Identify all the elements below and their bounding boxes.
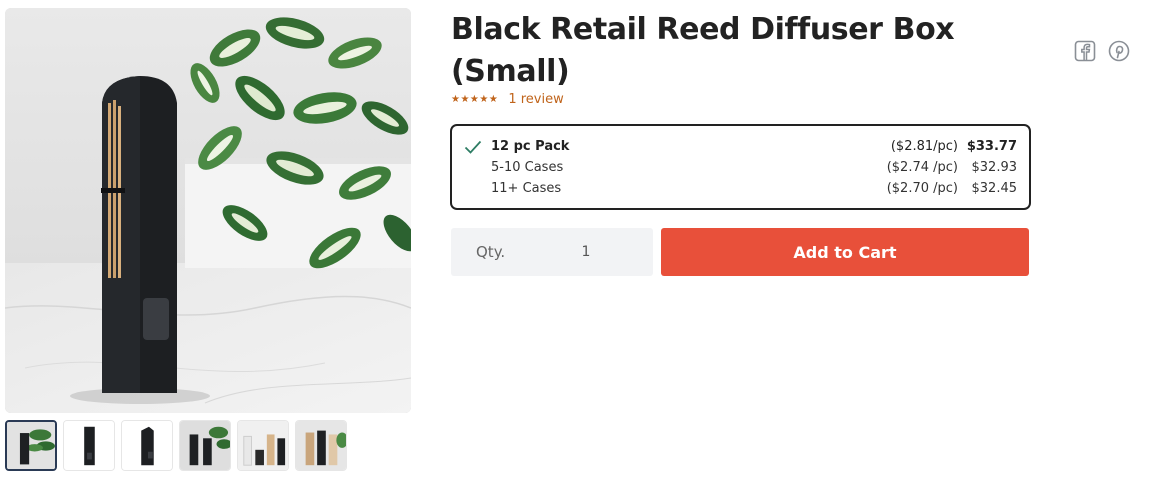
thumbnail-strip (5, 420, 347, 471)
tier-name: 5-10 Cases (491, 160, 564, 175)
tier-per-piece-price: ($2.74 /pc) (886, 160, 958, 175)
thumbnail-image (238, 421, 288, 470)
star-rating-icons: ★★★★★ (451, 94, 499, 105)
pricing-tier-12-pack[interactable]: 12 pc Pack ($2.81/pc) $33.77 (452, 137, 1029, 157)
review-count-link[interactable]: 1 review (508, 92, 563, 107)
thumbnail-4[interactable] (179, 420, 231, 471)
quantity-field: Qty. (451, 228, 653, 276)
thumbnail-1[interactable] (5, 420, 57, 471)
product-rating: ★★★★★ 1 review (451, 92, 564, 107)
thumbnail-image (64, 421, 114, 470)
share-links (1074, 40, 1130, 62)
thumbnail-5[interactable] (237, 420, 289, 471)
tier-total-price: $32.93 (971, 160, 1018, 175)
product-title: Black Retail Reed Diffuser Box (Small) (451, 12, 955, 89)
pricing-tier-5-10-cases[interactable]: 5-10 Cases ($2.74 /pc) $32.93 (452, 158, 1029, 178)
facebook-icon[interactable] (1074, 40, 1096, 62)
check-icon (464, 140, 482, 154)
thumbnail-3[interactable] (121, 420, 173, 471)
main-product-image[interactable] (5, 8, 411, 413)
quantity-label: Qty. (476, 243, 506, 261)
tier-per-piece-price: ($2.81/pc) (890, 139, 958, 154)
tier-name: 11+ Cases (491, 181, 562, 196)
thumbnail-image (7, 422, 55, 469)
tier-total-price: $32.45 (971, 181, 1018, 196)
product-photo (5, 8, 411, 413)
tier-name: 12 pc Pack (491, 139, 570, 154)
pricing-tiers-selector[interactable]: 12 pc Pack ($2.81/pc) $33.77 5-10 Cases … (450, 124, 1031, 210)
thumbnail-image (296, 421, 346, 470)
thumbnail-image (122, 421, 172, 470)
quantity-input[interactable] (551, 240, 621, 264)
tier-per-piece-price: ($2.70 /pc) (886, 181, 958, 196)
add-to-cart-button[interactable]: Add to Cart (661, 228, 1029, 276)
pinterest-icon[interactable] (1108, 40, 1130, 62)
tier-total-price: $33.77 (966, 139, 1017, 154)
thumbnail-2[interactable] (63, 420, 115, 471)
thumbnail-6[interactable] (295, 420, 347, 471)
pricing-tier-11-plus-cases[interactable]: 11+ Cases ($2.70 /pc) $32.45 (452, 179, 1029, 199)
thumbnail-image (180, 421, 230, 470)
